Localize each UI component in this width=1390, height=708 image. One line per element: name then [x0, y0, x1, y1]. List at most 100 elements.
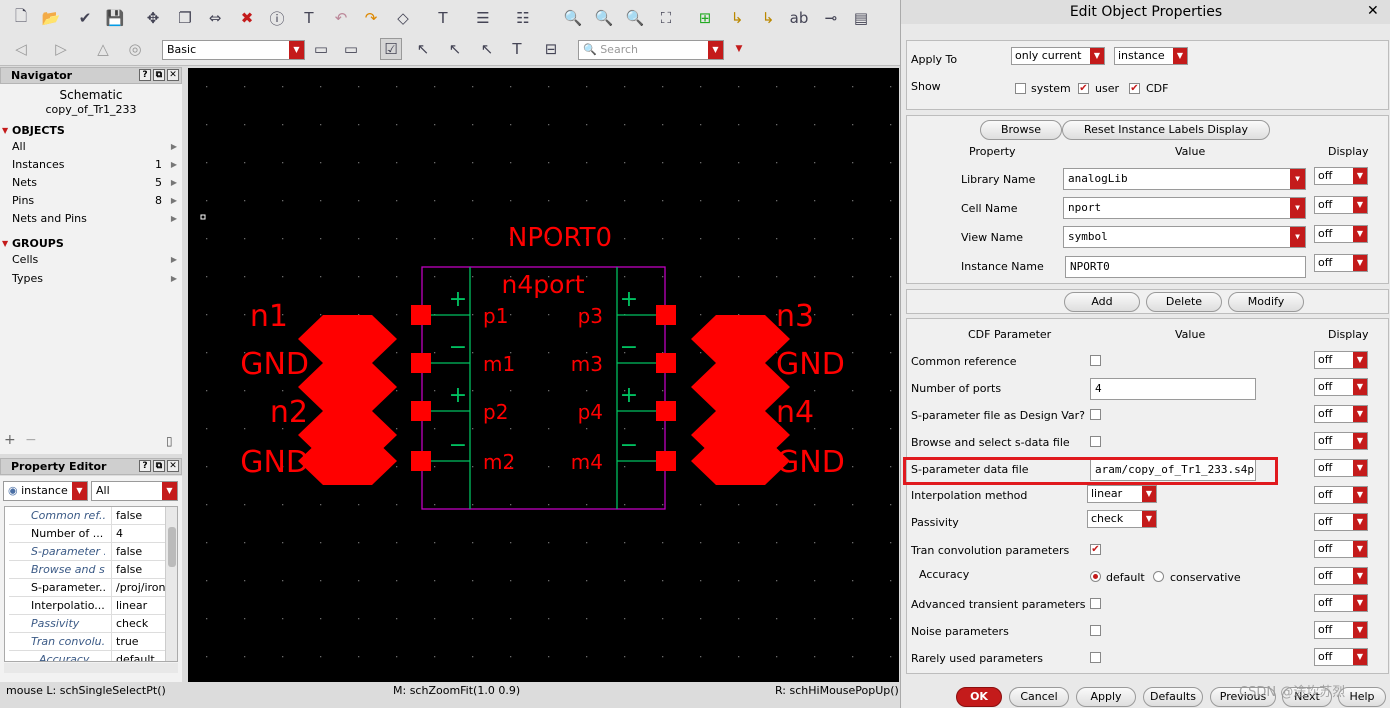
net-label[interactable]: n4 — [776, 395, 814, 430]
nav-item-nets[interactable]: Nets 5 ▶ — [0, 174, 182, 192]
close-icon[interactable]: ✕ — [167, 460, 179, 472]
pe-scope-select[interactable]: All ▼ — [91, 481, 178, 501]
save-icon[interactable]: 💾 — [104, 7, 126, 29]
float-icon[interactable]: ⧉ — [153, 69, 165, 81]
display-select[interactable]: off ▼ — [1314, 254, 1368, 272]
zoom-box-icon[interactable]: ⛶ — [655, 7, 677, 29]
move-icon[interactable]: ✥ — [142, 7, 164, 29]
display-select[interactable]: off ▼ — [1314, 486, 1368, 504]
display-select[interactable]: off ▼ — [1314, 225, 1368, 243]
panel-toggle-icon[interactable]: ▯ — [166, 434, 173, 448]
display-select[interactable]: off ▼ — [1314, 351, 1368, 369]
display-select[interactable]: off ▼ — [1314, 196, 1368, 214]
select-mode-icon[interactable]: ☑ — [380, 38, 402, 60]
pe-hscrollbar[interactable] — [4, 663, 178, 673]
cell-name-field[interactable]: nport ▼ — [1063, 197, 1306, 219]
table-row[interactable]: Number of ... 4 — [9, 525, 167, 543]
help-icon[interactable]: ? — [139, 460, 151, 472]
table-row[interactable]: Accuracy default — [9, 651, 167, 661]
close-icon[interactable]: ✕ — [167, 69, 179, 81]
pe-filter-select[interactable]: ◉ instance ( ▼ — [3, 481, 88, 501]
accuracy-conservative-radio[interactable] — [1153, 571, 1164, 582]
label-icon[interactable]: T — [432, 7, 454, 29]
zoom-fit-icon[interactable]: 🔍 — [624, 7, 646, 29]
net-label[interactable]: GND — [776, 347, 845, 382]
window-icon[interactable]: ▭ — [310, 38, 332, 60]
more-icon[interactable]: ▼ — [728, 38, 750, 60]
undo-icon[interactable]: ↶ — [330, 7, 352, 29]
scrollbar-thumb[interactable] — [168, 527, 176, 567]
net-label[interactable]: GND — [776, 445, 845, 480]
view-name-field[interactable]: symbol ▼ — [1063, 226, 1306, 248]
browse-sdata-checkbox[interactable] — [1090, 436, 1101, 447]
pin-square[interactable] — [411, 451, 431, 471]
table-row[interactable]: Common ref... false — [9, 507, 167, 525]
help-icon[interactable]: ? — [139, 69, 151, 81]
text-edit-icon[interactable]: T — [298, 7, 320, 29]
delete-button[interactable]: Delete — [1146, 292, 1222, 312]
advanced-transient-checkbox[interactable] — [1090, 598, 1101, 609]
apply-button[interactable]: Apply — [1076, 687, 1136, 707]
display-select[interactable]: off ▼ — [1314, 459, 1368, 477]
copy-icon[interactable]: ❐ — [174, 7, 196, 29]
defaults-button[interactable]: Defaults — [1143, 687, 1203, 707]
pin-square[interactable] — [656, 401, 676, 421]
show-user-checkbox[interactable]: ✔ — [1078, 83, 1089, 94]
number-of-ports-field[interactable]: 4 — [1090, 378, 1256, 400]
remove-icon[interactable]: − — [25, 432, 37, 448]
add-button[interactable]: Add — [1064, 292, 1140, 312]
pin-square[interactable] — [656, 353, 676, 373]
noise-params-checkbox[interactable] — [1090, 625, 1101, 636]
tran-convolution-checkbox[interactable]: ✔ — [1090, 544, 1101, 555]
apply-to-type-select[interactable]: instance ▼ — [1114, 47, 1188, 65]
passivity-select[interactable]: check ▼ — [1087, 510, 1157, 528]
open-folder-icon[interactable]: 📂 — [40, 7, 62, 29]
library-name-field[interactable]: analogLib ▼ — [1063, 168, 1306, 190]
redo-icon[interactable]: ↷ — [360, 7, 382, 29]
display-select[interactable]: off ▼ — [1314, 621, 1368, 639]
display-select[interactable]: off ▼ — [1314, 540, 1368, 558]
add-instance-icon[interactable]: ⊞ — [694, 7, 716, 29]
shapes-icon[interactable]: ◇ — [392, 7, 414, 29]
cancel-button[interactable]: Cancel — [1009, 687, 1069, 707]
check-save-icon[interactable]: ✔ — [74, 7, 96, 29]
top-icon[interactable]: ◎ — [124, 38, 146, 60]
display-select[interactable]: off ▼ — [1314, 513, 1368, 531]
schematic-canvas[interactable]: NPORT0 n4port n1 p1 + GND m1 − n2 p2 + G… — [188, 68, 899, 682]
select-text-icon[interactable]: T — [506, 38, 528, 60]
browse-button[interactable]: Browse — [980, 120, 1062, 140]
close-icon[interactable]: ✕ — [1367, 3, 1379, 19]
interpolation-select[interactable]: linear ▼ — [1087, 485, 1157, 503]
distribute-icon[interactable]: ☷ — [512, 7, 534, 29]
table-row[interactable]: S-parameter... /proj/iron/ — [9, 579, 167, 597]
properties-icon[interactable]: ⓘ — [266, 7, 288, 29]
rarely-used-checkbox[interactable] — [1090, 652, 1101, 663]
net-label[interactable]: n3 — [776, 299, 814, 334]
apply-to-scope-select[interactable]: only current ▼ — [1011, 47, 1105, 65]
instance-label[interactable]: NPORT0 — [508, 223, 612, 253]
display-select[interactable]: off ▼ — [1314, 432, 1368, 450]
display-select[interactable]: off ▼ — [1314, 405, 1368, 423]
mode-select[interactable]: Basic ▼ — [162, 40, 305, 60]
nav-item-types[interactable]: Types ▶ — [0, 270, 182, 288]
net-label[interactable]: GND — [240, 347, 309, 382]
search-input[interactable]: 🔍 Search ▼ — [578, 40, 724, 60]
net-label[interactable]: GND — [240, 445, 309, 480]
new-file-icon[interactable]: 🗋 — [10, 7, 32, 29]
add-icon[interactable]: + — [4, 432, 16, 448]
sparam-design-var-checkbox[interactable] — [1090, 409, 1101, 420]
modify-button[interactable]: Modify — [1228, 292, 1304, 312]
table-row[interactable]: Passivity check — [9, 615, 167, 633]
net-label[interactable]: n2 — [270, 395, 308, 430]
align-icon[interactable]: ☰ — [472, 7, 494, 29]
select-edge-icon[interactable]: ↖ — [444, 38, 466, 60]
hierarchy-icon[interactable]: ⊟ — [540, 38, 562, 60]
pin-square[interactable] — [411, 401, 431, 421]
show-system-checkbox[interactable] — [1015, 83, 1026, 94]
nav-item-pins[interactable]: Pins 8 ▶ — [0, 192, 182, 210]
stretch-icon[interactable]: ⇔ — [204, 7, 226, 29]
instance-name-field[interactable]: NPORT0 — [1065, 256, 1306, 278]
nav-item-nets-and-pins[interactable]: Nets and Pins ▶ — [0, 210, 182, 228]
display-select[interactable]: off ▼ — [1314, 567, 1368, 585]
table-row[interactable]: Browse and s... false — [9, 561, 167, 579]
